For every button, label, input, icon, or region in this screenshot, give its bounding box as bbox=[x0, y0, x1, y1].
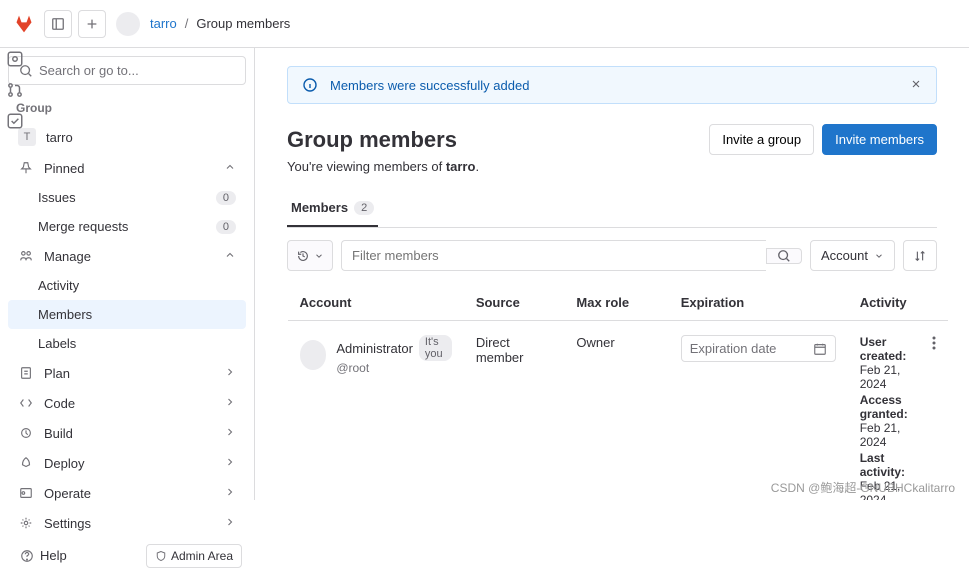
crumb-current: Group members bbox=[196, 16, 290, 31]
success-alert: Members were successfully added bbox=[287, 66, 937, 104]
sidebar-toggle-button[interactable] bbox=[44, 10, 72, 38]
merge-count: 0 bbox=[216, 220, 236, 234]
col-account: Account bbox=[288, 285, 464, 321]
invite-members-button[interactable]: Invite members bbox=[822, 124, 937, 155]
avatar bbox=[300, 340, 327, 370]
crumb-project[interactable]: tarro bbox=[150, 16, 177, 31]
tab-members[interactable]: Members 2 bbox=[287, 190, 378, 227]
operate-icon bbox=[18, 485, 34, 501]
page-title: Group members bbox=[287, 127, 457, 153]
nav-operate[interactable]: Operate bbox=[8, 478, 246, 508]
account-dropdown[interactable]: Account bbox=[810, 240, 895, 271]
filter-members-input[interactable] bbox=[341, 240, 766, 271]
nav-issues[interactable]: Issues 0 bbox=[8, 183, 246, 212]
search-button[interactable] bbox=[766, 248, 802, 264]
chevron-down-icon bbox=[874, 251, 884, 261]
col-activity: Activity bbox=[848, 285, 920, 321]
search-placeholder: Search or go to... bbox=[39, 63, 139, 78]
help-icon bbox=[20, 549, 34, 563]
invite-group-button[interactable]: Invite a group bbox=[709, 124, 814, 155]
row-actions-button[interactable] bbox=[920, 321, 949, 501]
source-cell: Direct member bbox=[464, 321, 565, 501]
table-row: Administrator It's you @root Direct memb… bbox=[288, 321, 949, 501]
tabs: Members 2 bbox=[287, 190, 937, 228]
gear-icon bbox=[18, 515, 34, 531]
manage-icon bbox=[18, 248, 34, 264]
watermark: CSDN @鲍海超-GNUBHCkalitarro bbox=[771, 479, 955, 496]
chevron-up-icon bbox=[224, 249, 236, 264]
chevron-right-icon bbox=[224, 516, 236, 531]
main-content: Members were successfully added Group me… bbox=[255, 48, 969, 500]
gitlab-logo-icon[interactable] bbox=[12, 12, 36, 36]
expiration-input[interactable]: Expiration date bbox=[681, 335, 836, 362]
col-source: Source bbox=[464, 285, 565, 321]
search-input[interactable]: Search or go to... bbox=[8, 56, 246, 85]
group-section-label: Group bbox=[8, 97, 246, 119]
its-you-badge: It's you bbox=[419, 335, 452, 361]
nav-activity[interactable]: Activity bbox=[8, 271, 246, 300]
search-icon bbox=[777, 249, 791, 263]
calendar-icon bbox=[813, 342, 827, 356]
crumb-separator: / bbox=[185, 16, 189, 31]
role-text: Owner bbox=[576, 335, 614, 350]
member-name[interactable]: Administrator bbox=[336, 341, 413, 356]
col-max-role: Max role bbox=[564, 285, 668, 321]
alert-text: Members were successfully added bbox=[330, 78, 529, 93]
admin-icon bbox=[155, 550, 167, 562]
help-link[interactable]: Help bbox=[12, 542, 75, 569]
chevron-right-icon bbox=[224, 396, 236, 411]
tab-members-count: 2 bbox=[354, 201, 374, 215]
info-icon bbox=[302, 77, 318, 93]
chevron-up-icon bbox=[224, 161, 236, 176]
code-icon bbox=[18, 395, 34, 411]
nav-pinned[interactable]: Pinned bbox=[8, 153, 246, 183]
plus-button[interactable] bbox=[78, 10, 106, 38]
close-icon bbox=[910, 78, 922, 90]
breadcrumb: tarro / Group members bbox=[150, 16, 290, 31]
history-icon bbox=[296, 249, 310, 263]
nav-deploy[interactable]: Deploy bbox=[8, 448, 246, 478]
col-expiration: Expiration bbox=[669, 285, 848, 321]
sort-icon bbox=[913, 249, 927, 263]
members-table: Account Source Max role Expiration Activ… bbox=[287, 285, 949, 500]
subtitle: You're viewing members of tarro. bbox=[287, 159, 937, 174]
issues-icon[interactable] bbox=[6, 50, 24, 71]
merge-requests-icon[interactable] bbox=[6, 81, 24, 102]
chevron-right-icon bbox=[224, 426, 236, 441]
sidebar: Search or go to... Group T tarro Pinned … bbox=[0, 48, 255, 500]
admin-area-button[interactable]: Admin Area bbox=[146, 544, 242, 568]
kebab-icon bbox=[932, 335, 936, 351]
nav-build[interactable]: Build bbox=[8, 418, 246, 448]
chevron-down-icon bbox=[314, 251, 324, 261]
nav-manage[interactable]: Manage bbox=[8, 241, 246, 271]
project-link[interactable]: T tarro bbox=[8, 121, 246, 153]
nav-members[interactable]: Members bbox=[8, 300, 246, 329]
nav-code[interactable]: Code bbox=[8, 388, 246, 418]
close-alert-button[interactable] bbox=[910, 78, 922, 93]
pin-icon bbox=[18, 160, 34, 176]
chevron-right-icon bbox=[224, 366, 236, 381]
member-username: @root bbox=[336, 361, 451, 375]
deploy-icon bbox=[18, 455, 34, 471]
nav-settings[interactable]: Settings bbox=[8, 508, 246, 538]
sort-direction-button[interactable] bbox=[903, 240, 937, 271]
history-button[interactable] bbox=[287, 240, 333, 271]
project-name: tarro bbox=[46, 130, 73, 145]
chevron-right-icon bbox=[224, 486, 236, 501]
issues-count: 0 bbox=[216, 191, 236, 205]
current-user-avatar[interactable] bbox=[116, 12, 140, 36]
top-bar: tarro / Group members bbox=[0, 0, 969, 48]
nav-labels[interactable]: Labels bbox=[8, 329, 246, 358]
chevron-right-icon bbox=[224, 456, 236, 471]
build-icon bbox=[18, 425, 34, 441]
nav-merge-requests[interactable]: Merge requests 0 bbox=[8, 212, 246, 241]
nav-plan[interactable]: Plan bbox=[8, 358, 246, 388]
plan-icon bbox=[18, 365, 34, 381]
todos-icon[interactable] bbox=[6, 112, 24, 133]
